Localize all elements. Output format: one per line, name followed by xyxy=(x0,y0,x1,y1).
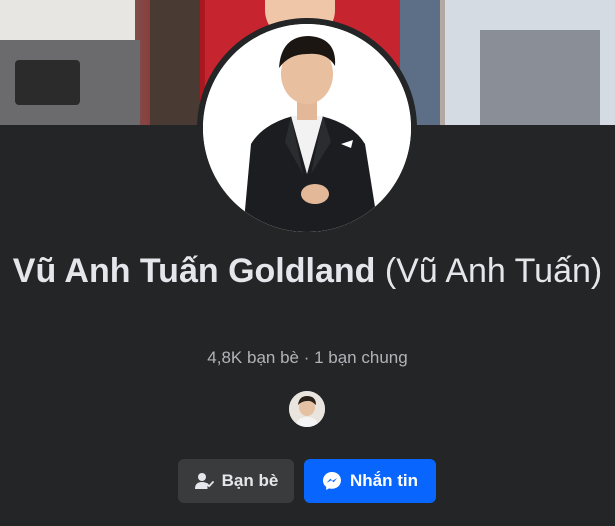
profile-name-heading: Vũ Anh Tuấn Goldland (Vũ Anh Tuấn) xyxy=(0,248,615,294)
messenger-icon xyxy=(322,471,342,491)
cover-figure xyxy=(15,60,80,105)
cover-figure xyxy=(480,30,600,125)
mutual-friend-photo xyxy=(289,391,325,427)
friends-button-label: Bạn bè xyxy=(221,471,279,490)
message-button[interactable]: Nhắn tin xyxy=(304,459,436,503)
friends-summary[interactable]: 4,8K bạn bè · 1 bạn chung xyxy=(0,348,615,368)
message-button-label: Nhắn tin xyxy=(350,471,418,490)
profile-name: Vũ Anh Tuấn Goldland xyxy=(12,252,376,290)
profile-photo-illustration xyxy=(203,24,411,232)
profile-picture[interactable] xyxy=(203,24,411,232)
mutual-friend-avatar[interactable] xyxy=(287,389,327,429)
cover-figure xyxy=(150,0,200,125)
profile-alternate-name: (Vũ Anh Tuấn) xyxy=(384,252,603,290)
friends-button[interactable]: Bạn bè xyxy=(178,459,294,503)
friend-check-icon xyxy=(194,471,214,491)
